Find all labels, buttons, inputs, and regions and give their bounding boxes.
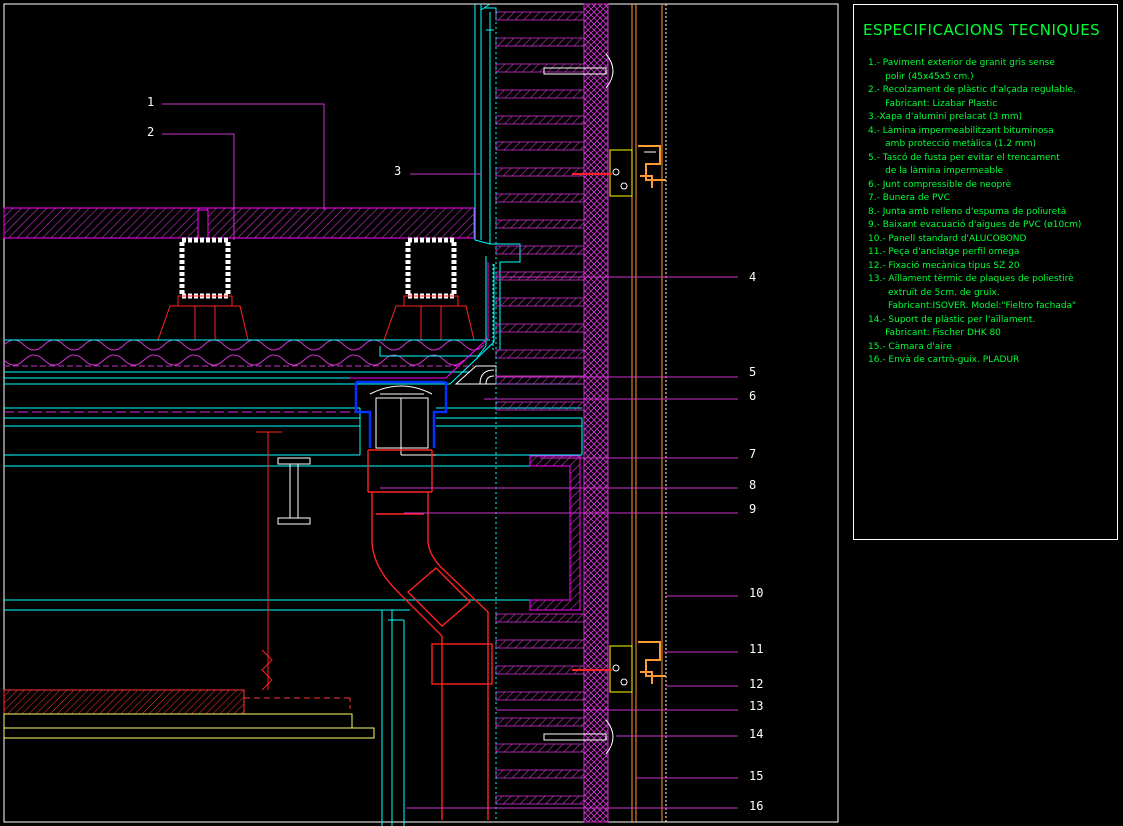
specifications-title: ESPECIFICACIONS TECNIQUES [863,21,1101,39]
callout-12: 12 [749,677,763,691]
spec-item: 6.- Junt compressible de neoprè [868,179,1012,190]
spec-item: 1.- Paviment exterior de granit gris sen… [868,58,1055,82]
adjustable-pedestal-left [157,237,249,341]
callout-7: 7 [749,447,756,461]
insulation-strip [495,141,585,151]
insulation-strip [495,219,585,229]
spec-item: 11.- Peça d'anclatge perfil omega [868,247,1020,257]
specifications-panel: ESPECIFICACIONS TECNIQUES 1.- Paviment e… [853,4,1118,540]
roof-layers [3,339,583,467]
insulation-strip [495,639,585,649]
insulation-strip [495,193,585,203]
spec-item: 14.- Suport de plàstic per l'aïllament. … [868,314,1036,339]
insulation-strip [495,245,585,255]
callout-15: 15 [749,769,763,783]
spec-item: 12.- Fixació mecànica tipus SZ 20 [868,260,1020,271]
insulation-strip [495,167,585,177]
insulation-strip [495,401,585,411]
facade-insulation-strips [495,11,585,822]
callout-16: 16 [749,799,763,813]
callout-11: 11 [749,642,763,656]
pvc-drain-outlet [354,380,448,456]
insulation-strip [495,665,585,675]
specifications-list: 1.- Paviment exterior de granit gris sen… [868,57,1081,368]
callout-1: 1 [147,95,154,109]
spec-item: 16.- Envà de cartrò-guix. PLADUR [868,355,1020,365]
spec-item: 13.- Aïllament tèrmic de plaques de poli… [868,274,1077,311]
callout-5: 5 [749,365,756,379]
callout-6: 6 [749,389,756,403]
spec-item: 2.- Recolzament de plàstic d'alçada regu… [868,85,1076,109]
insulation-strip [495,349,585,359]
insulation-strip [495,795,585,805]
callout-8: 8 [749,478,756,492]
spec-item: 8.- Junta amb relleno d'espuma de poliur… [868,206,1067,217]
spec-item: 3.-Xapa d'alumini prelacat (3 mm) [868,112,1023,122]
spec-item: 5.- Tascó de fusta per evitar el trencam… [868,152,1060,177]
callout-2: 2 [147,125,154,139]
callout-4: 4 [749,270,756,284]
adjustable-pedestal-right [383,237,475,341]
insulation-strip [495,115,585,125]
insulation-strip [495,37,585,47]
insulation-strip [495,613,585,623]
insulation-strip [495,743,585,753]
callout-9: 9 [749,502,756,516]
insulation-strip [495,717,585,727]
spec-item: 9.- Baixant evacuació d'aigues de PVC (ø… [868,220,1082,230]
insulation-strip [495,11,585,21]
insulation-strip [495,89,585,99]
callout-14: 14 [749,727,763,741]
spec-item: 4.- Làmina impermeabilitzant bituminosa … [868,125,1054,150]
callout-10: 10 [749,586,763,600]
alucobond-cladding [631,4,667,822]
granite-paving-slab [3,207,475,239]
suspended-ceiling [3,431,540,826]
steel-i-beam [277,457,311,525]
masonry-wall [583,3,609,823]
callout-13: 13 [749,699,763,713]
insulation-strip [495,691,585,701]
parapet-steel-profile [529,455,581,611]
spec-item: 10.- Panell standard d'ALUCOBOND [868,233,1027,244]
pvc-downpipe [367,449,493,820]
waterproof-membrane [350,262,582,409]
insulation-strip [495,297,585,307]
callout-3: 3 [394,164,401,178]
spec-item: 7.- Bunera de PVC [868,193,950,203]
spec-item: 15.- Càmara d'aire [868,341,952,352]
insulation-strip [495,323,585,333]
insulation-strip [495,271,585,281]
insulation-strip [495,769,585,779]
